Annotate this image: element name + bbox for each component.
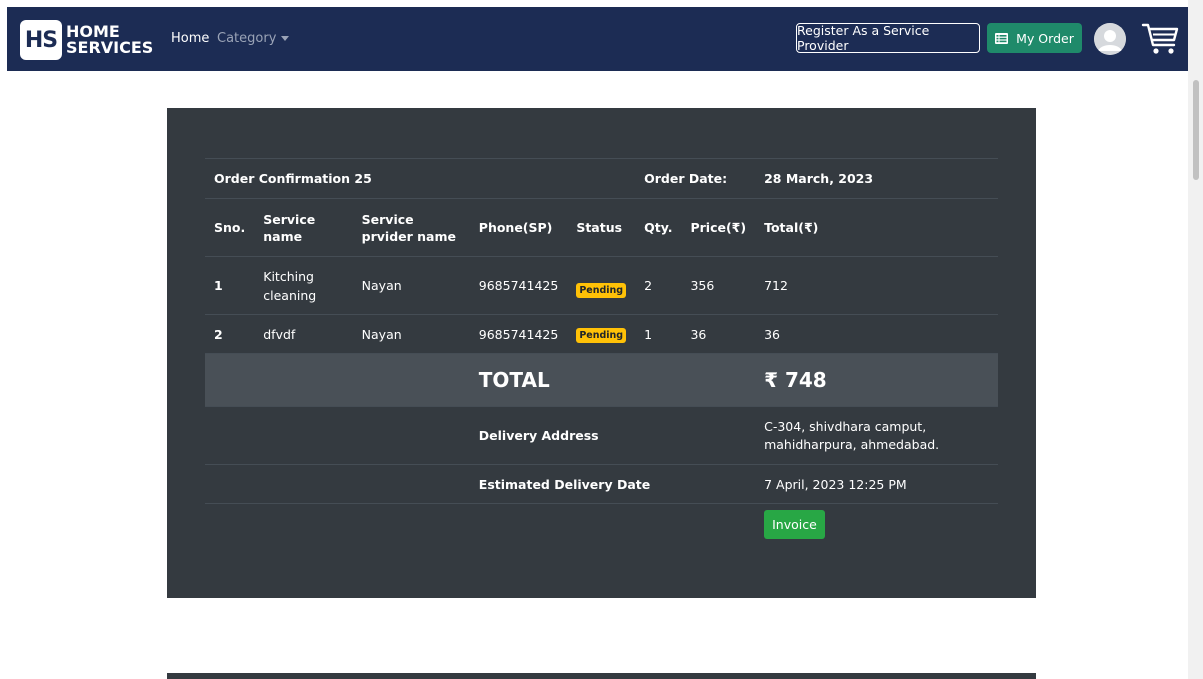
row-qty: 1 [635, 314, 682, 354]
brand-logo[interactable]: HS HOME SERVICES [20, 20, 153, 60]
next-order-card [167, 673, 1036, 679]
logo-line-2: SERVICES [66, 38, 154, 57]
estimated-delivery-label: Estimated Delivery Date [469, 464, 756, 504]
col-status: Status [567, 198, 636, 257]
order-header-row: Order Confirmation 25 Order Date: 28 Mar… [205, 158, 998, 199]
chevron-down-icon [281, 36, 290, 41]
status-badge: Pending [576, 327, 627, 343]
nav-home-link[interactable]: Home [171, 31, 209, 46]
scrollbar-thumb[interactable] [1193, 80, 1199, 180]
order-list-icon [995, 32, 1009, 44]
row-sno: 1 [205, 256, 255, 315]
col-qty: Qty. [635, 198, 682, 257]
logo-mark: HS [20, 20, 62, 60]
delivery-address-row: Delivery Address C-304, shivdhara camput… [205, 406, 998, 465]
table-header-row: Sno. Service name Service prvider name P… [205, 198, 998, 257]
row-sno: 2 [205, 314, 255, 354]
nav-category-label: Category [217, 31, 277, 46]
navbar: HS HOME SERVICES Home Category Register … [7, 7, 1188, 71]
invoice-button[interactable]: Invoice [764, 509, 825, 539]
row-total: 36 [755, 314, 998, 354]
row-provider: Nayan [352, 314, 470, 354]
my-order-label: My Order [1016, 30, 1074, 46]
estimated-delivery-row: Estimated Delivery Date 7 April, 2023 12… [205, 464, 998, 504]
row-phone: 9685741425 [469, 256, 568, 315]
total-value: ₹ 748 [755, 353, 998, 407]
col-service-name: Service name [254, 198, 353, 257]
col-sno: Sno. [205, 198, 255, 257]
estimated-delivery-value: 7 April, 2023 12:25 PM [755, 464, 998, 504]
col-price: Price(₹) [681, 198, 756, 257]
row-service-name: dfvdf [254, 314, 353, 354]
row-total: 712 [755, 256, 998, 315]
table-row: 2 dfvdf Nayan 9685741425 Pending 1 36 36 [205, 314, 998, 354]
col-phone: Phone(SP) [469, 198, 568, 257]
row-phone: 9685741425 [469, 314, 568, 354]
delivery-address-label: Delivery Address [469, 406, 756, 465]
col-total: Total(₹) [755, 198, 998, 257]
register-service-provider-button[interactable]: Register As a Service Provider [796, 23, 980, 53]
row-service-name: Kitching cleaning [254, 256, 353, 315]
row-price: 356 [681, 256, 756, 315]
total-row: TOTAL ₹ 748 [205, 353, 998, 407]
order-table: Order Confirmation 25 Order Date: 28 Mar… [205, 158, 998, 544]
order-date-label: Order Date: [635, 158, 756, 199]
invoice-row: Invoice [205, 503, 998, 544]
total-label: TOTAL [469, 353, 756, 407]
order-confirmation-card: Order Confirmation 25 Order Date: 28 Mar… [167, 108, 1036, 598]
row-qty: 2 [635, 256, 682, 315]
nav-category-dropdown[interactable]: Category [217, 31, 290, 46]
status-badge: Pending [576, 282, 627, 298]
col-provider-name: Service prvider name [352, 198, 470, 257]
user-avatar-icon[interactable] [1094, 23, 1126, 55]
my-order-button[interactable]: My Order [987, 23, 1082, 53]
row-provider: Nayan [352, 256, 470, 315]
row-price: 36 [681, 314, 756, 354]
cart-icon[interactable] [1141, 21, 1181, 57]
order-date-value: 28 March, 2023 [755, 158, 998, 199]
order-confirmation-label: Order Confirmation 25 [205, 158, 636, 199]
delivery-address-value: C-304, shivdhara camput, mahidharpura, a… [755, 406, 998, 465]
table-row: 1 Kitching cleaning Nayan 9685741425 Pen… [205, 256, 998, 315]
